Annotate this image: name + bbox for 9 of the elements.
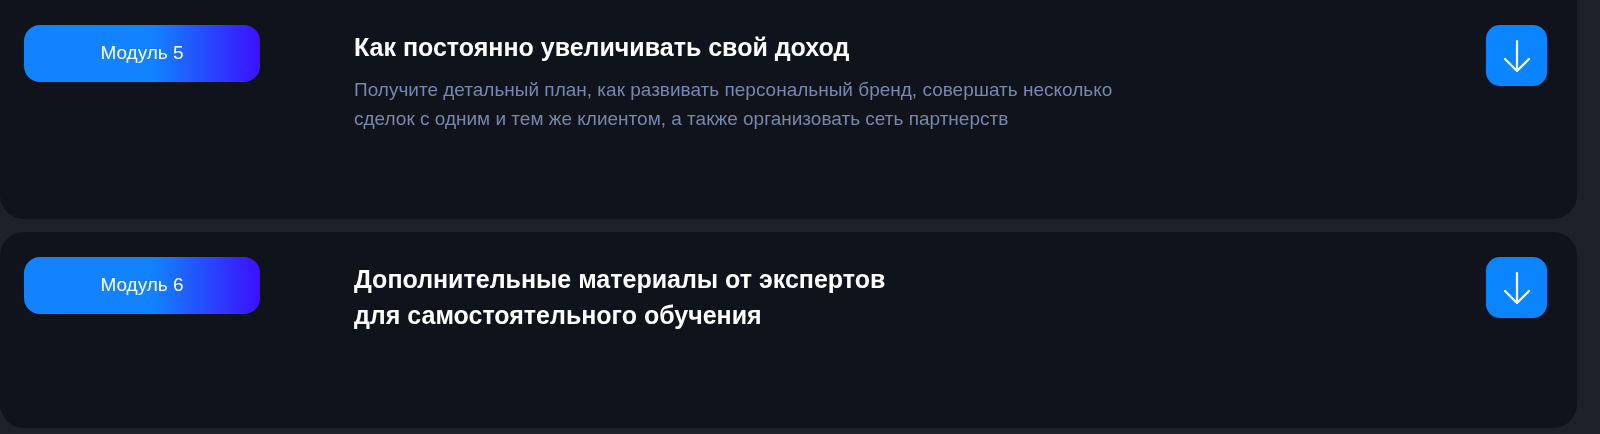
module-description: Получите детальный план, как развивать персональный бренд, совершать несколько сделок с одним и тем же клиентом, а также организовать сеть партнерств: [354, 78, 1114, 131]
module-badge: Модуль 6: [24, 257, 260, 314]
arrow-down-icon: [1502, 270, 1531, 305]
module-title: Дополнительные материалы от экспертов для самостоятельного обучения: [354, 264, 887, 331]
module-badge: Модуль 5: [24, 25, 260, 82]
expand-button[interactable]: [1486, 25, 1547, 86]
arrow-down-icon: [1502, 38, 1531, 73]
expand-button[interactable]: [1486, 257, 1547, 318]
module-title: Как постоянно увеличивать свой доход: [354, 32, 851, 63]
